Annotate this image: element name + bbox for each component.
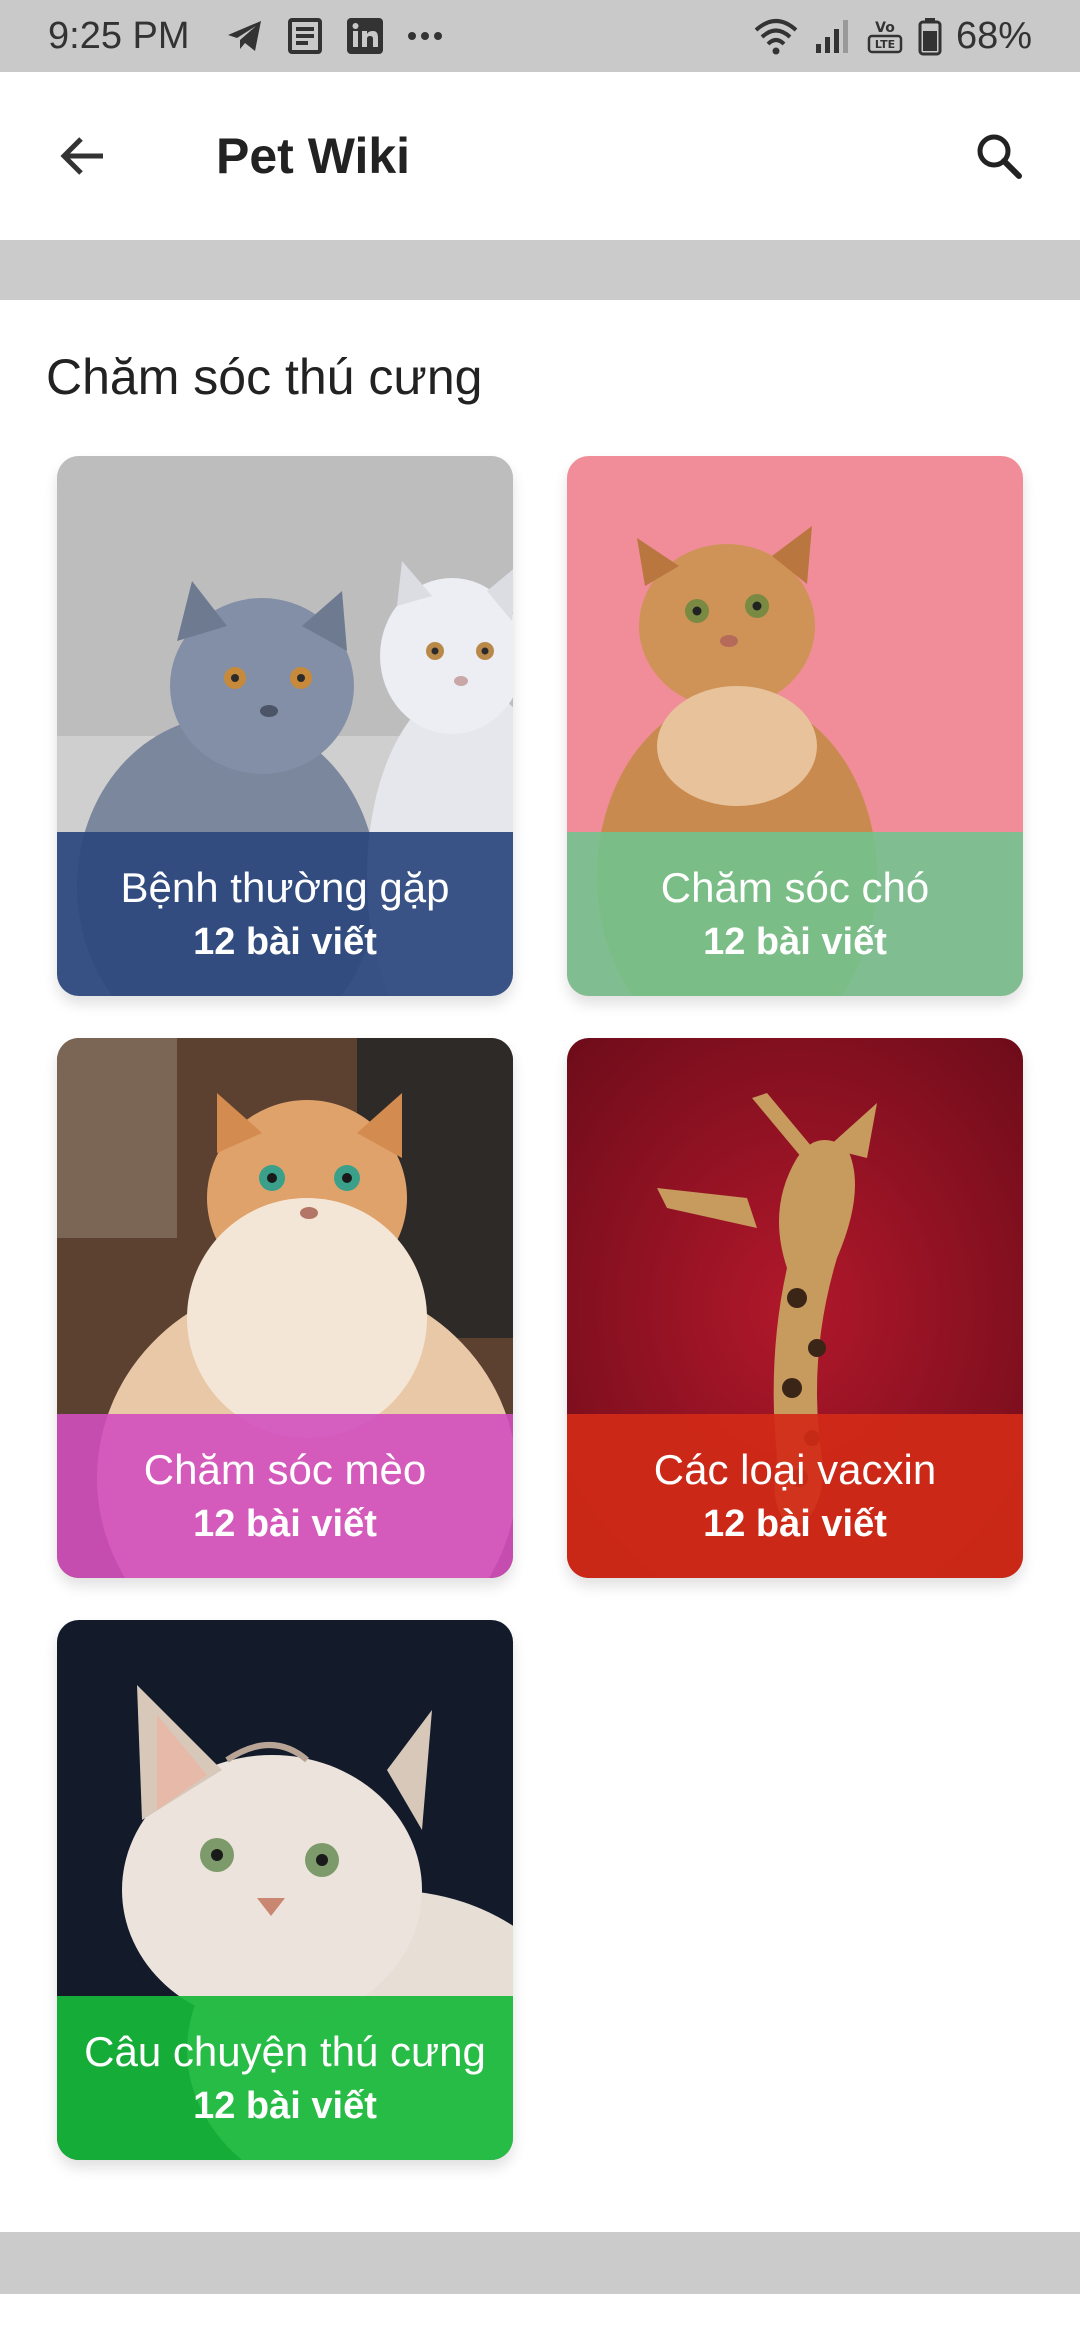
category-card-benh-thuong-gap[interactable]: Bệnh thường gặp 12 bài viết bbox=[57, 456, 513, 996]
volte-icon: Vo LTE bbox=[866, 16, 904, 56]
status-left: 9:25 PM bbox=[48, 15, 446, 58]
card-article-count: 12 bài viết bbox=[193, 1503, 377, 1545]
card-title: Câu chuyện thú cưng bbox=[84, 2028, 486, 2075]
section-title: Chăm sóc thú cưng bbox=[46, 349, 483, 405]
status-bar: 9:25 PM Vo LTE 68% bbox=[0, 0, 1080, 72]
status-notification-icons bbox=[224, 15, 446, 57]
card-overlay: Các loại vacxin 12 bài viết bbox=[567, 1414, 1023, 1578]
card-title: Chăm sóc mèo bbox=[143, 1446, 427, 1493]
card-title: Chăm sóc chó bbox=[660, 864, 930, 911]
app-bar: Pet Wiki bbox=[0, 72, 1080, 240]
divider-band-top bbox=[0, 240, 1080, 300]
card-article-count: 12 bài viết bbox=[703, 1503, 887, 1545]
card-article-count: 12 bài viết bbox=[703, 921, 887, 963]
category-card-cac-loai-vacxin[interactable]: Các loại vacxin 12 bài viết bbox=[567, 1038, 1023, 1578]
card-overlay: Câu chuyện thú cưng 12 bài viết bbox=[57, 1996, 513, 2160]
search-icon bbox=[977, 134, 1022, 179]
divider-band-bottom bbox=[0, 2232, 1080, 2294]
category-card-cau-chuyen-thu-cung[interactable]: Câu chuyện thú cưng 12 bài viết bbox=[57, 1620, 513, 2160]
card-overlay: Chăm sóc mèo 12 bài viết bbox=[57, 1414, 513, 1578]
svg-text:LTE: LTE bbox=[875, 38, 895, 51]
status-time: 9:25 PM bbox=[48, 14, 190, 57]
back-button[interactable] bbox=[38, 111, 128, 201]
battery-percent: 68% bbox=[955, 14, 1032, 57]
category-card-cham-soc-cho[interactable]: Chăm sóc chó 12 bài viết bbox=[567, 456, 1023, 996]
search-button[interactable] bbox=[954, 111, 1044, 201]
linkedin-icon bbox=[344, 15, 386, 57]
status-right: Vo LTE 68% bbox=[754, 15, 1032, 58]
card-overlay: Chăm sóc chó 12 bài viết bbox=[567, 832, 1023, 996]
card-article-count: 12 bài viết bbox=[193, 921, 377, 963]
news-icon bbox=[284, 15, 326, 57]
telegram-icon bbox=[224, 15, 266, 57]
card-overlay: Bệnh thường gặp 12 bài viết bbox=[57, 832, 513, 996]
signal-icon bbox=[812, 16, 852, 56]
card-article-count: 12 bài viết bbox=[193, 2085, 377, 2127]
more-dots-icon bbox=[404, 15, 446, 57]
category-section: Chăm sóc thú cưng Bệnh thường gặp 12 bài… bbox=[0, 300, 1080, 2232]
wifi-icon bbox=[754, 16, 798, 56]
arrow-left-icon bbox=[60, 137, 103, 175]
card-title: Bệnh thường gặp bbox=[120, 864, 450, 911]
page-title: Pet Wiki bbox=[216, 128, 411, 184]
card-title: Các loại vacxin bbox=[653, 1446, 937, 1493]
svg-text:Vo: Vo bbox=[875, 20, 895, 36]
category-card-cham-soc-meo[interactable]: Chăm sóc mèo 12 bài viết bbox=[57, 1038, 513, 1578]
battery-icon bbox=[918, 16, 942, 56]
